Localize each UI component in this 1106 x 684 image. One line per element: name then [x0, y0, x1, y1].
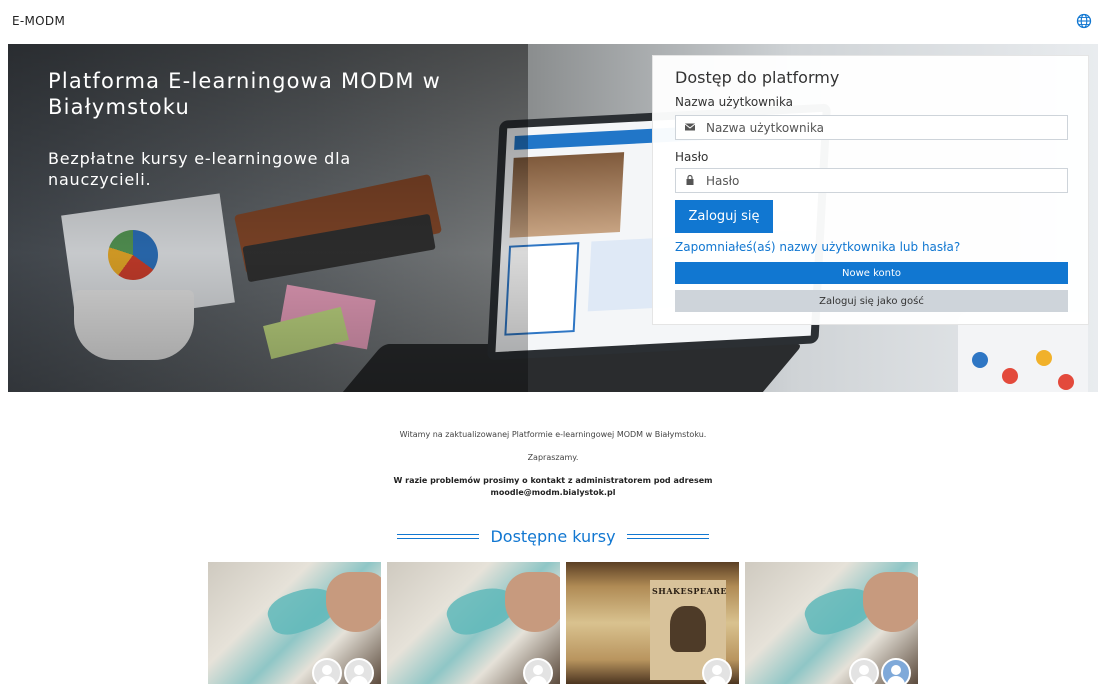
courses-heading-title: Dostępne kursy: [490, 527, 616, 546]
username-label: Nazwa użytkownika: [675, 95, 794, 109]
new-account-button[interactable]: Nowe konto: [675, 262, 1068, 284]
hero-title: Platforma E-learningowa MODM w Białymsto…: [48, 69, 441, 119]
teacher-avatar[interactable]: [881, 658, 911, 684]
lock-icon: [686, 174, 694, 185]
course-card[interactable]: [745, 562, 918, 684]
teacher-avatar[interactable]: [849, 658, 879, 684]
username-field[interactable]: [675, 115, 1068, 140]
login-panel: Dostęp do platformy Nazwa użytkownika Ha…: [652, 55, 1089, 325]
course-card[interactable]: [387, 562, 560, 684]
courses-section-heading: Dostępne kursy: [0, 526, 1106, 546]
teacher-avatar[interactable]: [702, 658, 732, 684]
book-title: SHAKESPEARE: [652, 586, 727, 596]
heading-decoration-right: [626, 534, 709, 539]
password-field[interactable]: [675, 168, 1068, 193]
teacher-avatar[interactable]: [344, 658, 374, 684]
globe-icon[interactable]: [1076, 13, 1092, 29]
invitation-text: Zapraszamy.: [527, 453, 579, 462]
teacher-avatar[interactable]: [312, 658, 342, 684]
forgot-password-link[interactable]: Zapomniałeś(aś) nazwy użytkownika lub ha…: [675, 240, 960, 254]
heading-decoration-left: [397, 534, 480, 539]
hero-subtitle: Bezpłatne kursy e-learningowe dla nauczy…: [48, 149, 351, 189]
envelope-icon: [684, 123, 696, 131]
login-heading: Dostęp do platformy: [675, 68, 840, 87]
password-label: Hasło: [675, 150, 709, 164]
password-input[interactable]: [706, 171, 1056, 190]
welcome-text: Witamy na zaktualizowanej Platformie e-l…: [399, 430, 707, 439]
teacher-avatar[interactable]: [523, 658, 553, 684]
site-brand[interactable]: E-MODM: [12, 14, 65, 28]
contact-email[interactable]: moodle@modm.bialystok.pl: [0, 488, 1106, 497]
guest-login-button[interactable]: Zaloguj się jako gość: [675, 290, 1068, 312]
contact-text: W razie problemów prosimy o kontakt z ad…: [393, 476, 713, 485]
course-card[interactable]: SHAKESPEARE: [566, 562, 739, 684]
course-card[interactable]: [208, 562, 381, 684]
login-button[interactable]: Zaloguj się: [675, 200, 773, 233]
top-navbar: E-MODM: [0, 0, 1106, 44]
username-input[interactable]: [706, 118, 1056, 137]
